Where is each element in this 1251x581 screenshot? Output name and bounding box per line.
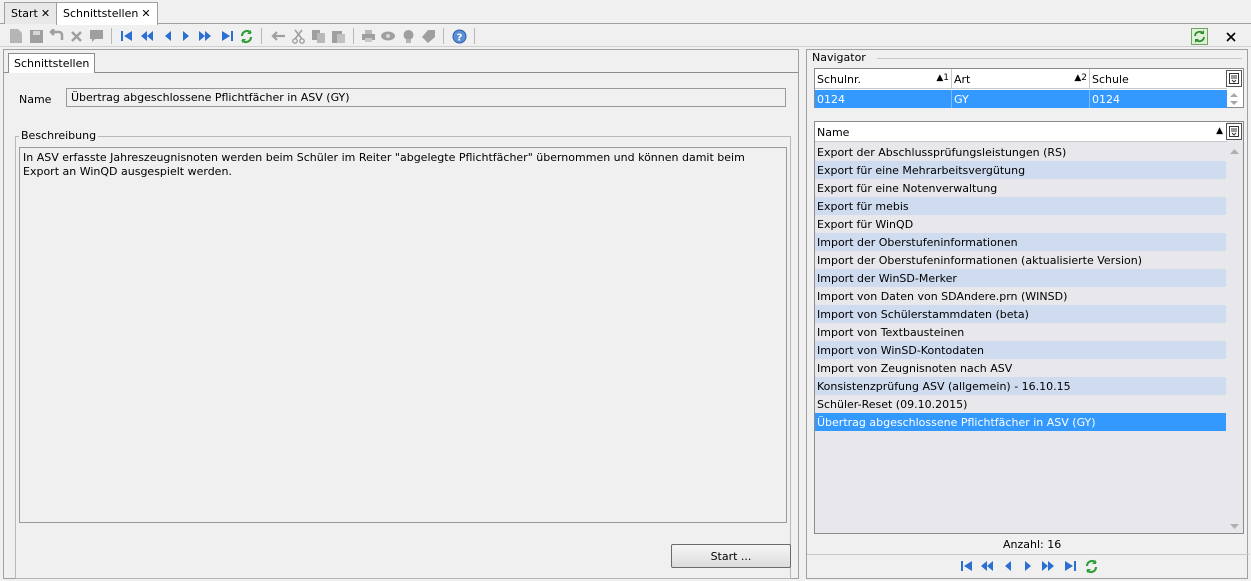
sort-asc-icon: ▲1: [936, 73, 949, 83]
navigator-panel: Navigator Schulnr. ▲1 Art ▲2 Schule 0124…: [806, 49, 1249, 579]
save-icon[interactable]: [28, 28, 44, 44]
record-count: Anzahl: 16: [1003, 538, 1062, 551]
undo-icon[interactable]: [48, 28, 64, 44]
print-icon[interactable]: [360, 28, 376, 44]
comment-icon[interactable]: [88, 28, 104, 44]
nav-next-icon[interactable]: [1020, 558, 1036, 574]
description-group: Beschreibung In ASV erfasste Jahreszeugn…: [15, 129, 791, 579]
navigator-footer-rule: [807, 554, 1249, 555]
table-row[interactable]: 0124 GY 0124: [815, 90, 1227, 108]
list-item[interactable]: Konsistenzprüfung ASV (allgemein) - 16.1…: [815, 377, 1227, 395]
school-grid: Schulnr. ▲1 Art ▲2 Schule 0124 GY 0124: [814, 68, 1244, 108]
column-header-name-label: Name: [817, 126, 850, 139]
help-icon[interactable]: ?: [451, 28, 467, 44]
name-field[interactable]: Übertrag abgeschlossene Pflichtfächer in…: [66, 88, 786, 107]
prev-icon[interactable]: [160, 28, 176, 44]
nav-next-page-icon[interactable]: [1040, 558, 1056, 574]
sort-asc-icon: ▲2: [1074, 73, 1087, 83]
school-grid-header: Schulnr. ▲1 Art ▲2 Schule: [815, 69, 1227, 89]
tab-schnittstellen-close-icon[interactable]: ✕: [141, 7, 150, 20]
inner-tab-divider: [4, 72, 798, 73]
column-header-art[interactable]: Art ▲2: [952, 69, 1090, 89]
start-button[interactable]: Start ...: [671, 544, 791, 568]
next-icon[interactable]: [178, 28, 194, 44]
column-header-schulnr-label: Schulnr.: [817, 73, 862, 86]
list-item[interactable]: Import der Oberstufeninformationen: [815, 233, 1227, 251]
paste-icon[interactable]: [330, 28, 346, 44]
list-item[interactable]: Export für WinQD: [815, 215, 1227, 233]
list-item[interactable]: Import von Schülerstammdaten (beta): [815, 305, 1227, 323]
tab-start-close-icon[interactable]: ✕: [41, 7, 50, 20]
nav-prev-icon[interactable]: [1000, 558, 1016, 574]
delete-icon[interactable]: [68, 28, 84, 44]
refresh-icon[interactable]: [238, 28, 254, 44]
nav-refresh-icon[interactable]: [1083, 558, 1099, 574]
tab-start[interactable]: Start ✕: [4, 2, 58, 24]
list-item[interactable]: Export für eine Mehrarbeitsvergütung: [815, 161, 1227, 179]
nav-first-icon[interactable]: [958, 558, 974, 574]
toolbar-separator: [443, 28, 444, 44]
tab-schnittstellen-label: Schnittstellen: [63, 7, 139, 20]
view-icon[interactable]: [380, 28, 396, 44]
column-header-schule-label: Schule: [1092, 73, 1129, 86]
column-chooser-icon[interactable]: [1226, 123, 1242, 140]
toolbar-separator: [111, 28, 112, 44]
column-header-art-label: Art: [954, 73, 971, 86]
list-item[interactable]: Export der Abschlussprüfungsleistungen (…: [815, 143, 1227, 161]
description-textarea[interactable]: In ASV erfasste Jahreszeugnisnoten werde…: [19, 147, 787, 523]
tag-icon[interactable]: [420, 28, 436, 44]
list-item[interactable]: Import von Textbausteinen: [815, 323, 1227, 341]
list-item[interactable]: Schüler-Reset (09.10.2015): [815, 395, 1227, 413]
detail-panel: Schnittstellen Name Übertrag abgeschloss…: [3, 49, 799, 579]
nav-last-icon[interactable]: [1062, 558, 1078, 574]
list-item[interactable]: Import von Daten von SDAndere.prn (WINSD…: [815, 287, 1227, 305]
cut-icon[interactable]: [290, 28, 306, 44]
interface-list-grid: Name ▲ Export der Abschlussprüfungsleist…: [814, 121, 1244, 534]
nav-prev-page-icon[interactable]: [979, 558, 995, 574]
name-label: Name: [19, 93, 52, 106]
toolbar-separator: [474, 28, 475, 44]
description-legend: Beschreibung: [19, 129, 99, 142]
tab-schnittstellen[interactable]: Schnittstellen ✕: [56, 2, 158, 25]
idea-icon[interactable]: [400, 28, 416, 44]
window-refresh-icon[interactable]: [1191, 28, 1208, 45]
tab-start-label: Start: [11, 7, 38, 20]
prev-page-icon[interactable]: [139, 28, 155, 44]
toolbar-separator: [353, 28, 354, 44]
tab-schnittstellen-detail[interactable]: Schnittstellen: [8, 53, 96, 73]
main-toolbar: ?: [0, 25, 1251, 47]
new-icon[interactable]: [8, 28, 24, 44]
column-chooser-icon[interactable]: [1226, 70, 1242, 87]
column-header-schule[interactable]: Schule: [1090, 69, 1227, 89]
cell-art: GY: [952, 90, 1090, 108]
list-item[interactable]: Import der WinSD-Merker: [815, 269, 1227, 287]
first-icon[interactable]: [118, 28, 134, 44]
list-item[interactable]: Import von Zeugnisnoten nach ASV: [815, 359, 1227, 377]
copy-icon[interactable]: [310, 28, 326, 44]
interface-list: Export der Abschlussprüfungsleistungen (…: [815, 143, 1227, 431]
list-item[interactable]: Export für eine Notenverwaltung: [815, 179, 1227, 197]
navigator-title: Navigator: [810, 51, 868, 64]
list-item[interactable]: Import von WinSD-Kontodaten: [815, 341, 1227, 359]
column-header-schulnr[interactable]: Schulnr. ▲1: [815, 69, 952, 89]
back-arrow-icon[interactable]: [270, 28, 286, 44]
scroll-down-icon[interactable]: [1226, 519, 1243, 533]
scroll-up-icon[interactable]: [1226, 145, 1243, 159]
column-header-name[interactable]: Name ▲: [815, 122, 1227, 142]
navigator-title-rule: [877, 58, 1242, 59]
cell-schulnr: 0124: [815, 90, 952, 108]
sort-asc-icon: ▲: [1216, 126, 1223, 136]
cell-schule: 0124: [1092, 93, 1120, 106]
next-page-icon[interactable]: [197, 28, 213, 44]
list-item[interactable]: Import der Oberstufeninformationen (aktu…: [815, 251, 1227, 269]
last-icon[interactable]: [219, 28, 235, 44]
school-grid-scrollbar[interactable]: [1226, 90, 1242, 108]
list-item[interactable]: Übertrag abgeschlossene Pflichtfächer in…: [815, 413, 1227, 431]
svg-text:?: ?: [456, 32, 462, 43]
window-close-icon[interactable]: [1222, 28, 1239, 45]
list-item[interactable]: Export für mebis: [815, 197, 1227, 215]
document-tab-bar: Start ✕ Schnittstellen ✕: [0, 0, 1251, 25]
toolbar-separator: [261, 28, 262, 44]
list-scrollbar[interactable]: [1226, 143, 1243, 533]
